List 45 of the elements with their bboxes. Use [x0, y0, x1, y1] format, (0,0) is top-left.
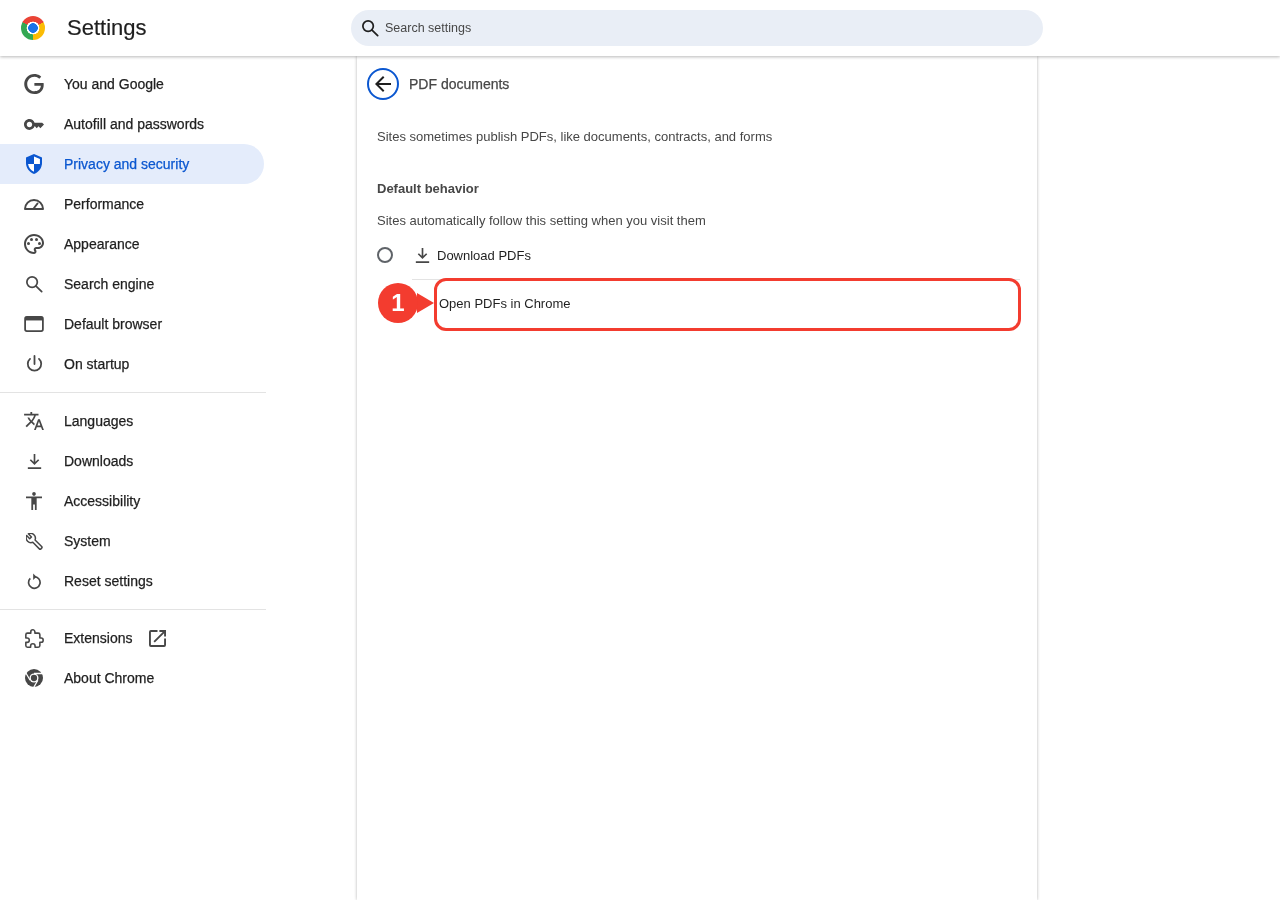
g-logo-icon: [24, 74, 44, 94]
sidebar-item[interactable]: About Chrome: [0, 658, 264, 698]
sidebar-item[interactable]: System: [0, 521, 264, 561]
section-heading: Default behavior: [376, 181, 480, 197]
sidebar-item[interactable]: Appearance: [0, 224, 264, 264]
reset-icon: [27, 572, 41, 590]
chrome-logo-icon: [25, 669, 43, 687]
search-field[interactable]: Search settings: [351, 10, 1043, 46]
sidebar-item[interactable]: Languages: [0, 401, 264, 441]
option-label[interactable]: Open PDFs in Chrome: [439, 295, 571, 311]
translate-icon: [24, 412, 44, 430]
sidebar-item[interactable]: Performance: [0, 184, 264, 224]
section-description: Sites automatically follow this setting when you visit them: [376, 213, 707, 229]
sidebar-item[interactable]: Extensions: [0, 618, 264, 658]
back-arrow-icon: [375, 76, 391, 92]
page-heading: PDF documents: [409, 76, 510, 92]
pointer-arrow-icon: [417, 293, 434, 313]
back-button[interactable]: [367, 68, 399, 100]
puzzle-piece-icon: [24, 628, 44, 648]
sidebar-item[interactable]: Privacy and security: [0, 144, 264, 184]
sidebar-item[interactable]: You and Google: [0, 64, 264, 104]
palette-icon: [24, 234, 44, 254]
sidebar-item[interactable]: Default browser: [0, 304, 264, 344]
sidebar-item[interactable]: Accessibility: [0, 481, 264, 521]
page-description: Sites sometimes publish PDFs, like documents, contracts, and forms: [376, 129, 774, 145]
sidebar-item[interactable]: On startup: [0, 344, 264, 384]
chrome-logo-icon: [21, 16, 45, 40]
sidebar-item[interactable]: Downloads: [0, 441, 264, 481]
shield-icon: [26, 154, 42, 174]
radio-button[interactable]: [377, 247, 393, 263]
download-icon: [26, 453, 42, 469]
download-icon: [415, 247, 430, 263]
browser-window-icon: [24, 316, 44, 332]
key-icon: [24, 118, 44, 130]
sidebar-item[interactable]: Reset settings: [0, 561, 264, 601]
search-icon: [25, 275, 43, 293]
person-icon: [26, 492, 42, 510]
app-title: Settings: [67, 15, 147, 41]
option-label[interactable]: Download PDFs: [437, 247, 531, 263]
power-icon: [25, 355, 43, 373]
sidebar-item[interactable]: Autofill and passwords: [0, 104, 264, 144]
wrench-icon: [25, 532, 43, 550]
sidebar-item[interactable]: Search engine: [0, 264, 264, 304]
search-icon: [362, 20, 379, 37]
gauge-icon: [24, 198, 44, 210]
